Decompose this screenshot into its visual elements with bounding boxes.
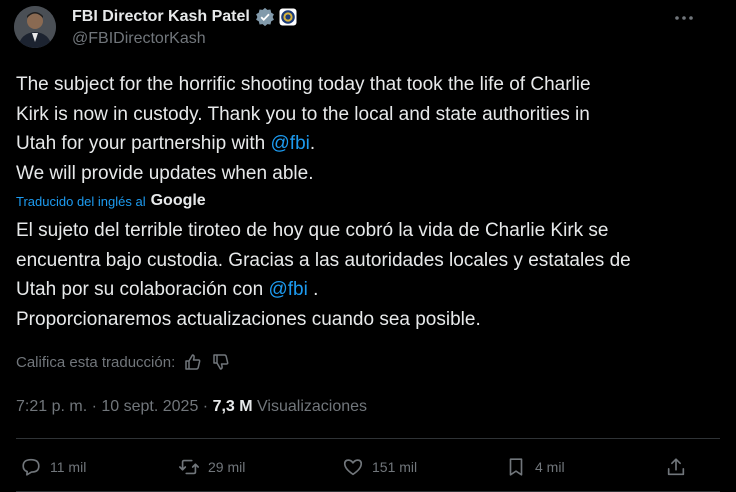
text-line: We will provide updates when able. (16, 162, 314, 184)
bookmark-button[interactable]: 4 mil (505, 456, 565, 478)
fbi-seal-icon[interactable] (279, 8, 297, 26)
profile-photo-icon (14, 6, 56, 48)
google-logo: Google (150, 192, 206, 209)
repost-button[interactable]: 29 mil (178, 456, 245, 478)
text-line: Utah por su colaboración con @fbi . (16, 279, 319, 300)
repost-icon (179, 459, 199, 475)
tweet-actions-bar: 11 mil 29 mil 151 mil 4 mil (0, 452, 736, 488)
thumbs-down-icon[interactable] (211, 352, 231, 372)
more-options-icon[interactable] (672, 8, 696, 28)
bookmark-icon (509, 458, 523, 476)
like-count: 151 mil (372, 459, 418, 475)
rate-translation-label: Califica esta traducción: (16, 353, 176, 371)
share-button[interactable] (665, 456, 695, 478)
text-line: Proporcionaremos actualizaciones cuando … (16, 308, 481, 330)
text-line: El sujeto del terrible tiroteo de hoy qu… (16, 220, 609, 241)
thumbs-up-icon[interactable] (183, 352, 203, 372)
mention-link[interactable]: @fbi (268, 279, 307, 300)
mention-link[interactable]: @fbi (271, 133, 310, 154)
translation-attribution[interactable]: Traducido del inglés al Google (16, 192, 206, 210)
verified-badge-icon[interactable] (255, 7, 275, 27)
author-display-name[interactable]: FBI Director Kash Patel (72, 8, 250, 26)
reply-count: 11 mil (50, 459, 87, 475)
author-name-row: FBI Director Kash Patel (72, 6, 297, 28)
like-button[interactable]: 151 mil (342, 456, 417, 478)
text-line: encuentra bajo custodia. Gracias a las a… (16, 249, 631, 271)
tweet-original-text: The subject for the horrific shooting to… (16, 70, 716, 188)
text-line: Kirk is now in custody. Thank you to the… (16, 103, 590, 125)
tweet-translated-text: El sujeto del terrible tiroteo de hoy qu… (16, 216, 716, 334)
text-line: The subject for the horrific shooting to… (16, 74, 591, 95)
author-handle[interactable]: @FBIDirectorKash (72, 30, 206, 48)
timestamp[interactable]: 7:21 p. m. · 10 sept. 2025 · (16, 398, 213, 415)
text-line: Utah for your partnership with @fbi. (16, 133, 316, 154)
tweet-meta: 7:21 p. m. · 10 sept. 2025 · 7,3 M Visua… (16, 398, 367, 416)
divider (16, 438, 720, 439)
views-label: Visualizaciones (252, 398, 368, 415)
avatar[interactable] (14, 6, 56, 48)
translated-label: Traducido del inglés al (16, 193, 146, 209)
share-icon (667, 458, 685, 476)
bookmark-count: 4 mil (535, 459, 565, 475)
heart-icon (343, 459, 363, 476)
views-count: 7,3 M (212, 398, 253, 415)
reply-button[interactable]: 11 mil (20, 456, 86, 478)
repost-count: 29 mil (208, 459, 246, 475)
reply-icon (22, 458, 40, 476)
rate-translation-row: Califica esta traducción: (16, 351, 231, 373)
